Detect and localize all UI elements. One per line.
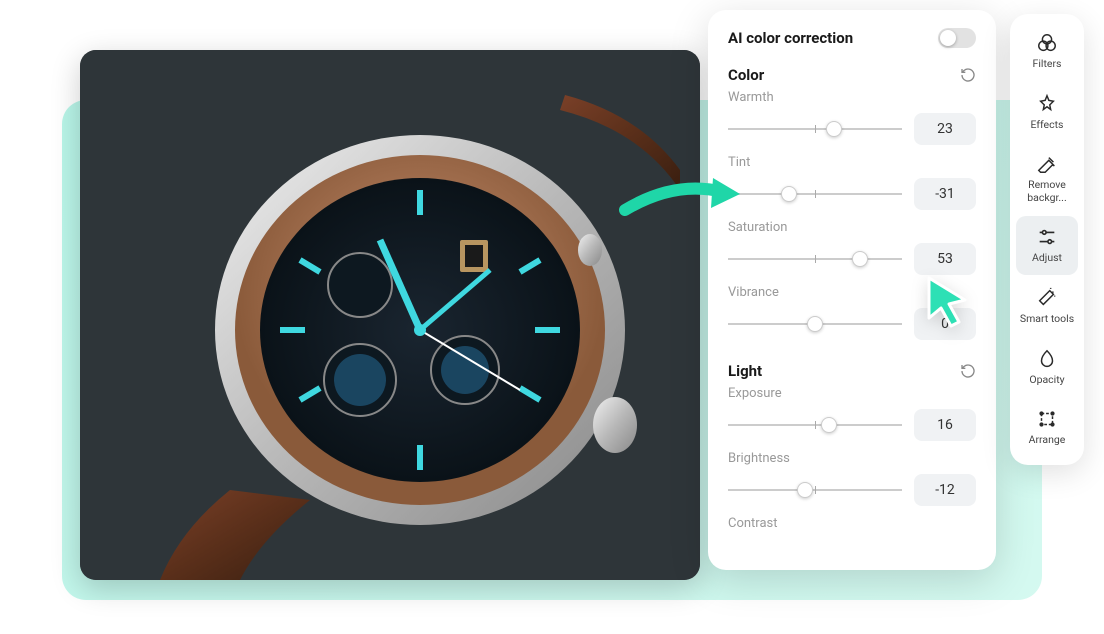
opacity-icon xyxy=(1036,348,1058,370)
tint-value[interactable]: -31 xyxy=(914,178,976,210)
vibrance-slider[interactable] xyxy=(728,323,902,325)
contrast-label: Contrast xyxy=(728,516,976,531)
tool-filters[interactable]: Filters xyxy=(1016,22,1078,81)
tool-adjust[interactable]: Adjust xyxy=(1016,216,1078,275)
magic-wand-icon xyxy=(1036,287,1058,309)
ai-correction-toggle[interactable] xyxy=(938,28,976,48)
exposure-value[interactable]: 16 xyxy=(914,409,976,441)
tool-remove-background[interactable]: Remove backgr... xyxy=(1016,143,1078,214)
saturation-slider[interactable] xyxy=(728,258,902,260)
reset-icon[interactable] xyxy=(960,67,976,83)
reset-icon[interactable] xyxy=(960,363,976,379)
warmth-value[interactable]: 23 xyxy=(914,113,976,145)
brightness-label: Brightness xyxy=(728,451,976,466)
vibrance-label: Vibrance xyxy=(728,285,976,300)
tool-effects[interactable]: Effects xyxy=(1016,83,1078,142)
tint-slider[interactable] xyxy=(728,193,902,195)
exposure-label: Exposure xyxy=(728,386,976,401)
brightness-slider[interactable] xyxy=(728,489,902,491)
arrange-icon xyxy=(1036,408,1058,430)
brightness-value[interactable]: -12 xyxy=(914,474,976,506)
filters-icon xyxy=(1036,32,1058,54)
section-title-color: Color xyxy=(728,66,764,84)
effects-icon xyxy=(1036,93,1058,115)
image-canvas[interactable] xyxy=(80,50,700,580)
warmth-label: Warmth xyxy=(728,90,976,105)
saturation-value[interactable]: 53 xyxy=(914,243,976,275)
tool-smart-tools[interactable]: Smart tools xyxy=(1016,277,1078,336)
tools-sidebar: Filters Effects Remove backgr... Adjust … xyxy=(1010,14,1084,465)
product-image xyxy=(80,50,700,580)
vibrance-value[interactable]: 0 xyxy=(914,308,976,340)
exposure-slider[interactable] xyxy=(728,424,902,426)
eraser-icon xyxy=(1036,153,1058,175)
saturation-label: Saturation xyxy=(728,220,976,235)
ai-correction-label: AI color correction xyxy=(728,29,853,47)
tint-label: Tint xyxy=(728,155,976,170)
section-title-light: Light xyxy=(728,362,762,380)
tool-arrange[interactable]: Arrange xyxy=(1016,398,1078,457)
tool-opacity[interactable]: Opacity xyxy=(1016,338,1078,397)
warmth-slider[interactable] xyxy=(728,128,902,130)
adjust-icon xyxy=(1036,226,1058,248)
adjust-panel: AI color correction Color Warmth 23 Tint… xyxy=(708,10,996,570)
